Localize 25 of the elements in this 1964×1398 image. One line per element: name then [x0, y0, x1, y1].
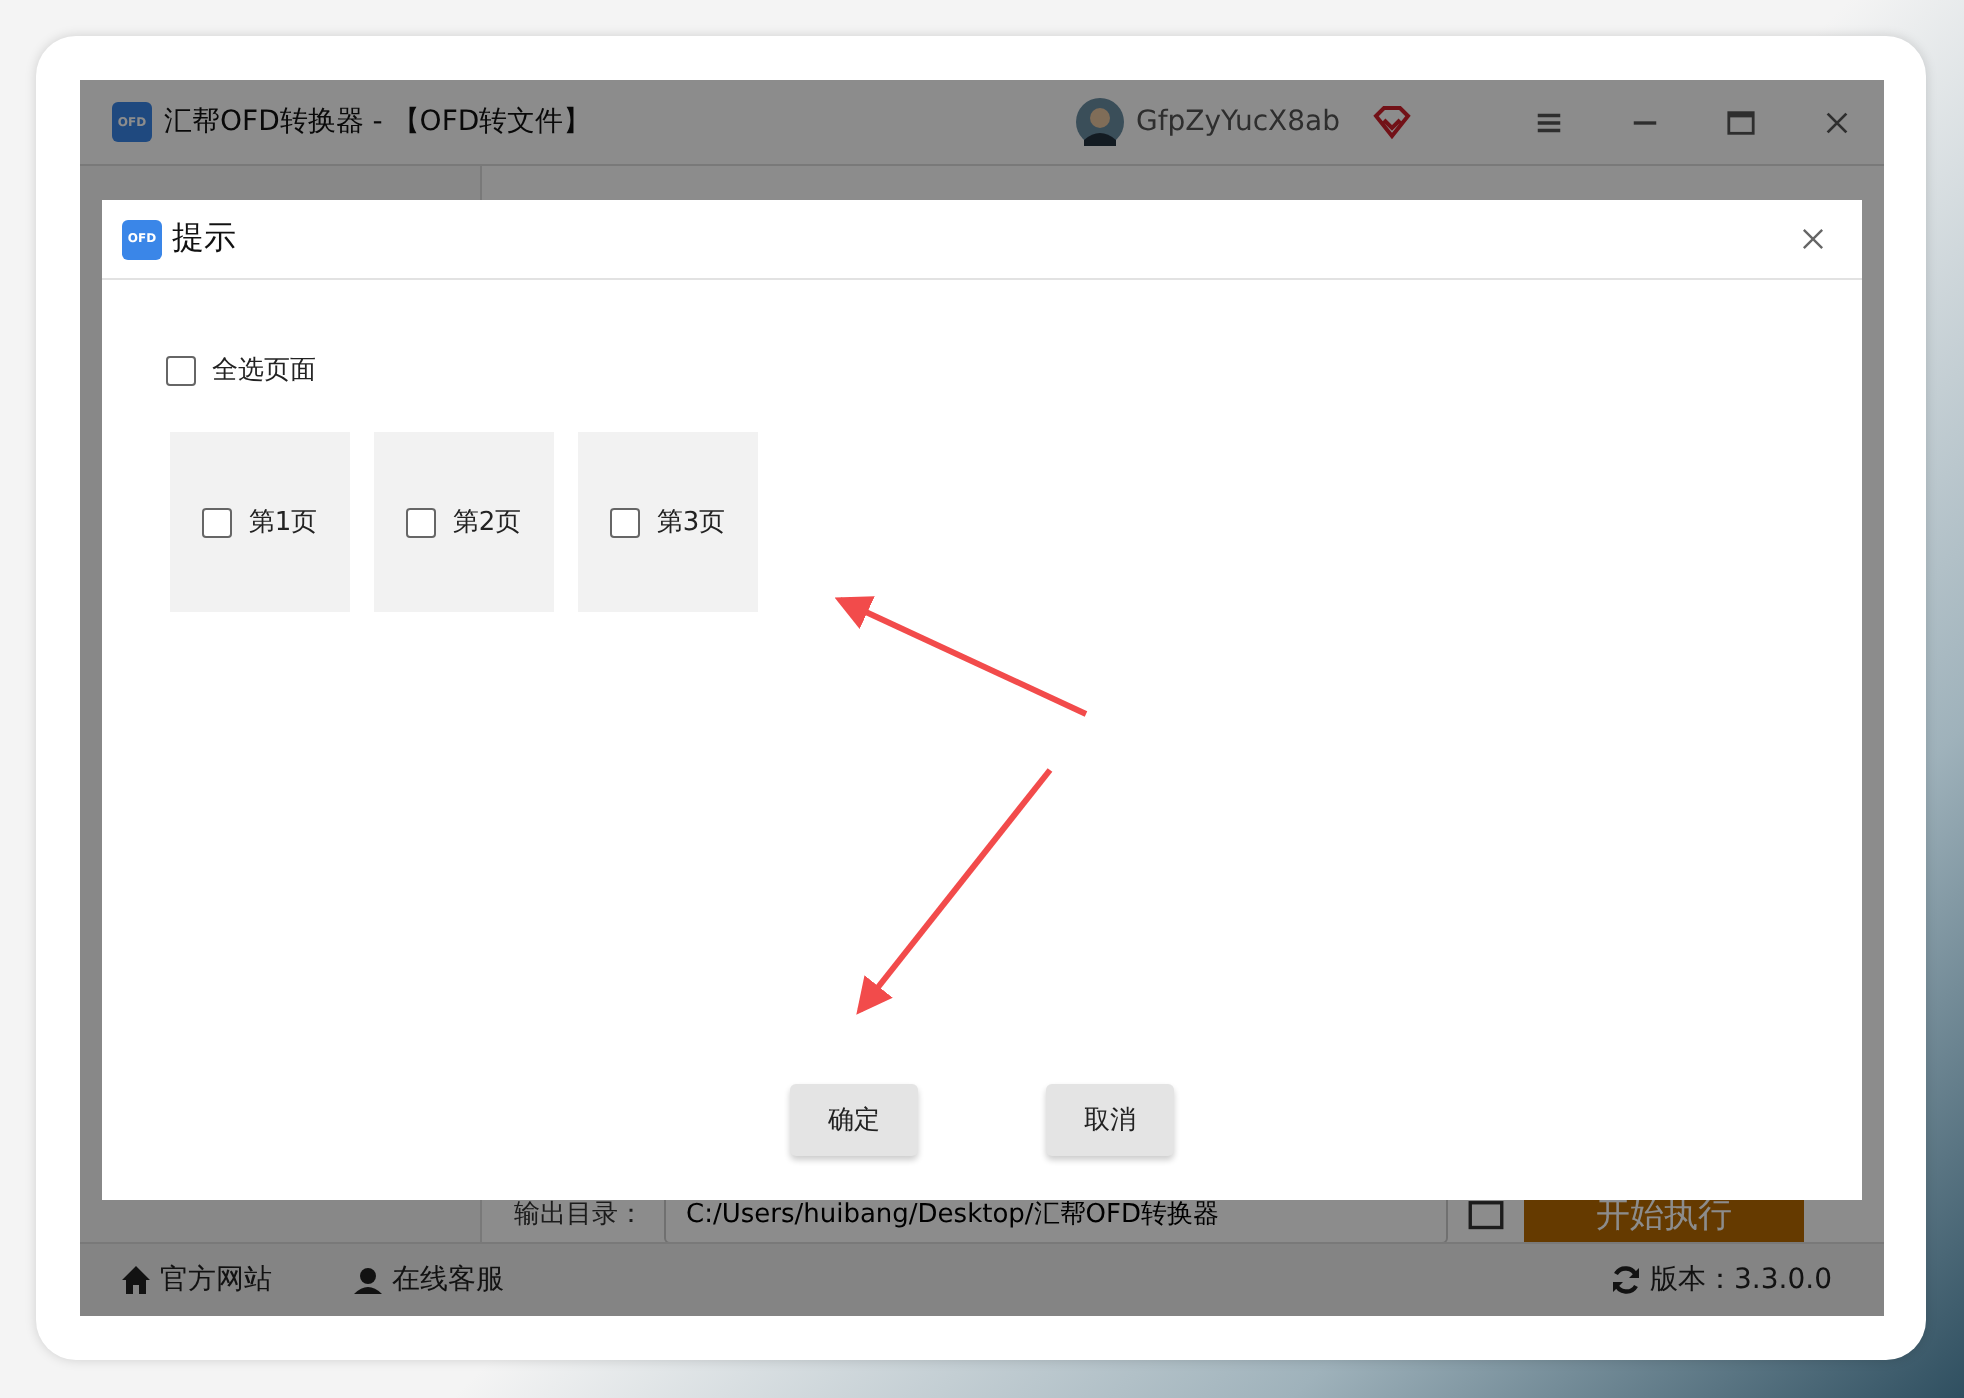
- page-checkbox[interactable]: 第2页: [406, 504, 522, 540]
- select-all-checkbox[interactable]: 全选页面: [166, 352, 316, 388]
- page-tile[interactable]: 第1页: [170, 432, 350, 612]
- output-label: 输出目录：: [514, 1198, 644, 1232]
- dialog-button[interactable]: 取消: [1046, 1084, 1174, 1156]
- close-icon[interactable]: [1822, 107, 1852, 137]
- avatar-icon[interactable]: [1075, 98, 1124, 146]
- support-agent-icon: [352, 1264, 384, 1296]
- home-icon: [120, 1264, 152, 1296]
- status-link[interactable]: 官方网站: [160, 1262, 272, 1298]
- page-checkbox[interactable]: 第1页: [202, 504, 318, 540]
- folder-icon[interactable]: [1468, 1196, 1504, 1232]
- window-title: 汇帮OFD转换器 - 【OFD转文件】: [164, 104, 592, 140]
- dialog-button[interactable]: 确定: [790, 1084, 918, 1156]
- page-checkbox[interactable]: 第3页: [610, 504, 726, 540]
- dialog-title: 提示: [172, 218, 236, 260]
- version-text: 版本：3.3.0.0: [1650, 1262, 1832, 1298]
- status-link[interactable]: 在线客服: [392, 1262, 504, 1298]
- page-tile[interactable]: 第3页: [578, 432, 758, 612]
- page-tile[interactable]: 第2页: [374, 432, 554, 612]
- maximize-icon[interactable]: [1726, 107, 1756, 137]
- close-icon[interactable]: [1802, 228, 1824, 250]
- user-name[interactable]: GfpZyYucX8ab: [1135, 106, 1340, 138]
- diamond-icon[interactable]: [1372, 104, 1412, 140]
- refresh-icon[interactable]: [1610, 1264, 1643, 1296]
